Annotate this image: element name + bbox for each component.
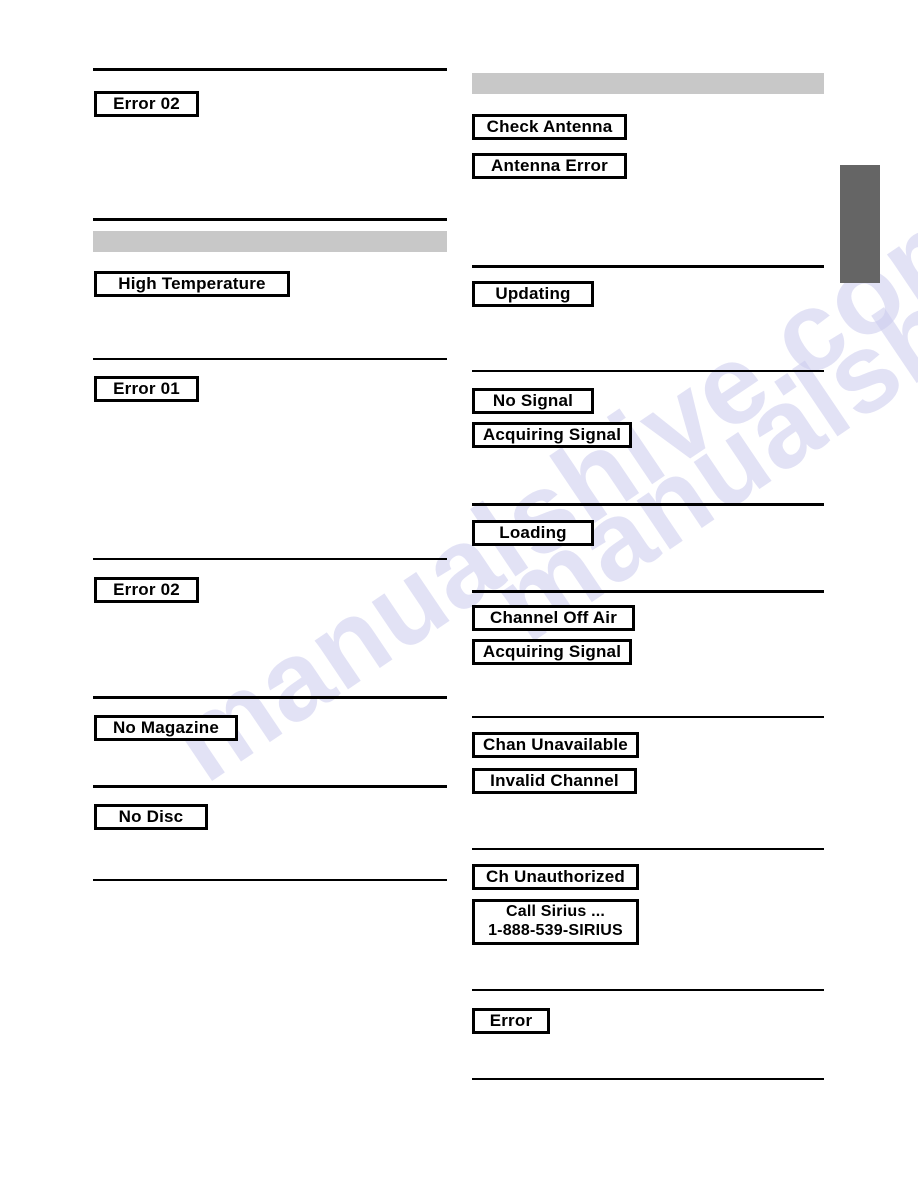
- message-box-ch-unauthorized: Ch Unauthorized: [472, 864, 639, 890]
- message-box-channel-off-air: Channel Off Air: [472, 605, 635, 631]
- message-label: Error 02: [113, 579, 180, 599]
- message-label: Invalid Channel: [490, 770, 619, 790]
- divider-left-3: [93, 358, 447, 360]
- divider-right-2: [472, 370, 824, 372]
- divider-right-4: [472, 590, 824, 593]
- divider-right-1: [472, 265, 824, 268]
- message-label-line-1: Call Sirius ...: [505, 903, 606, 921]
- message-box-antenna-error: Antenna Error: [472, 153, 627, 179]
- message-box-call-sirius: Call Sirius ... 1-888-539-SIRIUS: [472, 899, 639, 945]
- message-label: Check Antenna: [486, 116, 613, 136]
- message-label: Channel Off Air: [489, 607, 618, 627]
- message-label: No Magazine: [112, 717, 220, 737]
- message-box-chan-unavailable: Chan Unavailable: [472, 732, 639, 758]
- message-label: Ch Unauthorized: [486, 866, 625, 886]
- message-label-line-2: 1-888-539-SIRIUS: [488, 922, 623, 939]
- message-label: Loading: [499, 522, 567, 542]
- divider-right-8: [472, 1078, 824, 1080]
- message-box-error: Error: [472, 1008, 550, 1034]
- message-label: Chan Unavailable: [483, 734, 628, 754]
- message-box-no-signal: No Signal: [472, 388, 594, 414]
- message-label: Antenna Error: [491, 155, 608, 175]
- message-label: Error 02: [113, 93, 180, 113]
- message-box-acquiring-signal-1: Acquiring Signal: [472, 422, 632, 448]
- divider-left-2: [93, 218, 447, 221]
- chapter-tab-marker: [840, 165, 880, 283]
- message-box-acquiring-signal-2: Acquiring Signal: [472, 639, 632, 665]
- message-label: Acquiring Signal: [482, 641, 622, 661]
- message-box-error-02: Error 02: [94, 577, 199, 603]
- divider-right-5: [472, 716, 824, 718]
- section-band-left: [93, 231, 447, 252]
- section-band-right: [472, 73, 824, 94]
- divider-left-4: [93, 558, 447, 560]
- divider-left-5: [93, 696, 447, 699]
- watermark-text-1: manualshive.com: [149, 167, 918, 806]
- document-page: manualshive.com manualshive.com Error 02…: [0, 0, 918, 1188]
- divider-left-6: [93, 785, 447, 788]
- divider-right-6: [472, 848, 824, 850]
- divider-right-3: [472, 503, 824, 506]
- message-label: Updating: [495, 283, 571, 303]
- message-box-updating: Updating: [472, 281, 594, 307]
- message-label: Acquiring Signal: [482, 424, 622, 444]
- divider-right-7: [472, 989, 824, 991]
- divider-left-1: [93, 68, 447, 71]
- message-label: Error 01: [113, 378, 180, 398]
- message-box-high-temperature: High Temperature: [94, 271, 290, 297]
- divider-left-7: [93, 879, 447, 881]
- message-box-error-02-top: Error 02: [94, 91, 199, 117]
- message-label: No Signal: [492, 390, 574, 410]
- message-label: High Temperature: [118, 273, 266, 293]
- message-box-check-antenna: Check Antenna: [472, 114, 627, 140]
- message-box-error-01: Error 01: [94, 376, 199, 402]
- message-box-no-magazine: No Magazine: [94, 715, 238, 741]
- message-label: No Disc: [118, 806, 184, 826]
- message-box-loading: Loading: [472, 520, 594, 546]
- message-label: Error: [489, 1010, 533, 1030]
- message-box-no-disc: No Disc: [94, 804, 208, 830]
- message-box-invalid-channel: Invalid Channel: [472, 768, 637, 794]
